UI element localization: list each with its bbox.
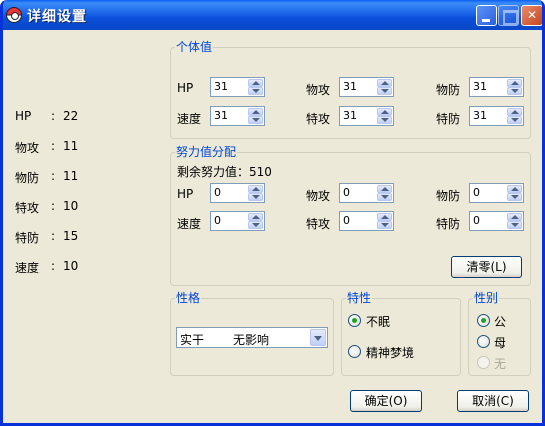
stat-colon: : xyxy=(51,109,56,123)
ev-speed-spinner[interactable]: 0 xyxy=(210,211,265,231)
stat-colon: : xyxy=(51,199,56,213)
stat-value-spdef: 15 xyxy=(63,229,79,243)
ok-button[interactable]: 确定(O) xyxy=(350,390,422,412)
stat-colon: : xyxy=(51,139,56,153)
spin-down-button[interactable] xyxy=(248,221,263,229)
maximize-button[interactable] xyxy=(498,5,519,26)
iv-label-hp: HP xyxy=(177,81,194,95)
spin-down-button[interactable] xyxy=(507,87,522,95)
ev-label-speed: 速度 xyxy=(177,217,202,231)
spin-down-button[interactable] xyxy=(377,87,392,95)
gender-group-title: 性别 xyxy=(473,291,500,305)
stat-value-def: 11 xyxy=(63,169,79,183)
ev-label-def: 物防 xyxy=(436,189,461,203)
close-button[interactable]: ✕ xyxy=(521,5,542,26)
spin-up-button[interactable] xyxy=(507,108,522,116)
clear-ev-button[interactable]: 清零(L) xyxy=(451,256,522,278)
stat-colon: : xyxy=(51,169,56,183)
spin-down-button[interactable] xyxy=(377,221,392,229)
ev-group-title: 努力值分配 xyxy=(175,145,238,159)
chevron-down-icon[interactable] xyxy=(310,329,326,346)
stat-colon: : xyxy=(51,259,56,273)
ability-group: 特性 xyxy=(341,291,461,376)
spin-down-button[interactable] xyxy=(507,116,522,124)
spin-down-button[interactable] xyxy=(507,193,522,201)
spin-up-button[interactable] xyxy=(507,185,522,193)
stat-label-speed: 速度 xyxy=(15,261,40,275)
spin-up-button[interactable] xyxy=(248,185,263,193)
iv-label-spatk: 特攻 xyxy=(306,112,331,126)
stat-value-atk: 11 xyxy=(63,139,79,153)
window-title: 详细设置 xyxy=(27,9,87,25)
ev-remaining: 剩余努力值：510 xyxy=(177,165,272,179)
stat-value-hp: 22 xyxy=(63,109,79,123)
iv-speed-spinner[interactable]: 31 xyxy=(210,106,265,126)
stat-value-spatk: 10 xyxy=(63,199,79,213)
gender-option-male[interactable]: 公 xyxy=(494,313,506,330)
gender-radio-none xyxy=(477,356,490,369)
spin-up-button[interactable] xyxy=(507,79,522,87)
iv-label-speed: 速度 xyxy=(177,112,202,126)
spin-down-button[interactable] xyxy=(377,116,392,124)
iv-hp-spinner[interactable]: 31 xyxy=(210,77,265,97)
ability-option-2[interactable]: 精神梦境 xyxy=(366,344,414,361)
spin-down-button[interactable] xyxy=(248,87,263,95)
iv-label-def: 物防 xyxy=(436,83,461,97)
cancel-button[interactable]: 取消(C) xyxy=(457,390,529,412)
ev-spatk-spinner[interactable]: 0 xyxy=(339,211,394,231)
ev-spdef-spinner[interactable]: 0 xyxy=(469,211,524,231)
ability-option-1[interactable]: 不眠 xyxy=(366,313,390,330)
iv-label-atk: 物攻 xyxy=(306,83,331,97)
ev-label-spdef: 特防 xyxy=(436,217,461,231)
ability-radio-1[interactable] xyxy=(348,314,361,327)
minimize-button[interactable] xyxy=(476,5,497,26)
spin-up-button[interactable] xyxy=(507,213,522,221)
spin-up-button[interactable] xyxy=(377,108,392,116)
spin-up-button[interactable] xyxy=(377,79,392,87)
stat-label-spatk: 特攻 xyxy=(15,201,40,215)
ev-label-atk: 物攻 xyxy=(306,189,331,203)
iv-label-spdef: 特防 xyxy=(436,112,461,126)
ability-group-title: 特性 xyxy=(346,291,373,305)
iv-atk-spinner[interactable]: 31 xyxy=(339,77,394,97)
stat-value-speed: 10 xyxy=(63,259,79,273)
ev-atk-spinner[interactable]: 0 xyxy=(339,183,394,203)
iv-spdef-spinner[interactable]: 31 xyxy=(469,106,524,126)
spin-down-button[interactable] xyxy=(248,116,263,124)
iv-def-spinner[interactable]: 31 xyxy=(469,77,524,97)
title-bar[interactable]: 详细设置 ✕ xyxy=(3,0,542,30)
spin-up-button[interactable] xyxy=(248,79,263,87)
stat-colon: : xyxy=(51,229,56,243)
stat-label-atk: 物攻 xyxy=(15,141,40,155)
spin-down-button[interactable] xyxy=(248,193,263,201)
ev-def-spinner[interactable]: 0 xyxy=(469,183,524,203)
stat-label-hp: HP xyxy=(15,109,32,123)
iv-spatk-spinner[interactable]: 31 xyxy=(339,106,394,126)
nature-select[interactable]: 实干 无影响 xyxy=(176,327,328,348)
spin-up-button[interactable] xyxy=(377,185,392,193)
gender-radio-male[interactable] xyxy=(477,314,490,327)
spin-up-button[interactable] xyxy=(248,213,263,221)
ev-label-hp: HP xyxy=(177,187,194,201)
ability-radio-2[interactable] xyxy=(348,345,361,358)
stat-label-def: 物防 xyxy=(15,171,40,185)
iv-group-title: 个体值 xyxy=(175,40,214,54)
gender-option-none: 无 xyxy=(494,357,507,371)
ev-label-spatk: 特攻 xyxy=(306,217,331,231)
ev-hp-spinner[interactable]: 0 xyxy=(210,183,265,203)
nature-effect: 无影响 xyxy=(233,333,270,347)
nature-value: 实干 xyxy=(180,333,205,347)
spin-down-button[interactable] xyxy=(507,221,522,229)
nature-group-title: 性格 xyxy=(175,291,202,305)
pokeball-icon xyxy=(6,7,22,23)
gender-option-female[interactable]: 母 xyxy=(494,334,506,351)
spin-up-button[interactable] xyxy=(377,213,392,221)
spin-up-button[interactable] xyxy=(248,108,263,116)
gender-radio-female[interactable] xyxy=(477,335,490,348)
spin-down-button[interactable] xyxy=(377,193,392,201)
stat-label-spdef: 特防 xyxy=(15,231,40,245)
